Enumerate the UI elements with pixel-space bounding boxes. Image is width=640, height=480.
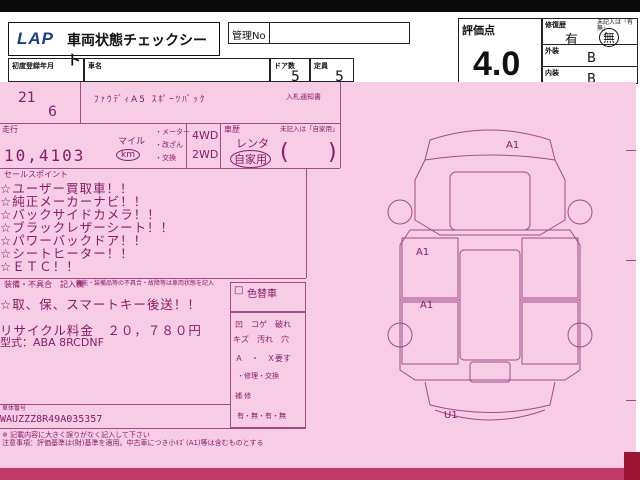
mileage-value: 10,4103	[4, 146, 86, 165]
rear-right-door	[521, 301, 579, 365]
hood-shape	[414, 159, 566, 236]
notes-sub-label: 機能・装備品等の不具合・故障等は車両状態を記入	[76, 280, 215, 287]
usage-rental: レンタ	[236, 137, 269, 150]
interior-label: 内装	[545, 69, 559, 77]
first-registration-cell: 初度登録年月	[8, 58, 84, 82]
roof-shape	[459, 249, 521, 361]
mileage-unit-km: km	[116, 149, 140, 161]
chassis-label: 車体番号	[2, 405, 27, 412]
mileage-unit-miles: マイル	[118, 137, 146, 147]
registration-month: 6	[48, 104, 57, 120]
damage-mark: A1	[506, 140, 520, 151]
exterior-grade: B	[587, 51, 596, 66]
divider	[80, 82, 81, 124]
legend-row-1: 凹 コゲ 破れ	[235, 320, 291, 329]
legend-row-3: Ａ ・ Ｘ要す	[235, 354, 291, 363]
legend-row-2: キズ 汚れ 穴	[233, 335, 289, 344]
divider	[0, 278, 306, 279]
capacity-label: 定員	[314, 62, 328, 70]
management-number-box: 管理No	[228, 22, 410, 44]
evaluation-value: 4.0	[473, 45, 521, 83]
registration-year: 21	[18, 90, 36, 106]
evaluation-score-box: 評価点 4.0	[458, 18, 542, 84]
bottom-bar	[0, 468, 640, 480]
legend-row-6: 有・無・有・無	[237, 412, 286, 420]
corner-block	[624, 452, 640, 480]
notes-line-3: 型式：ABA 8RCDNF	[0, 336, 104, 349]
mileage-label: 走行	[2, 125, 18, 134]
divider	[626, 400, 636, 401]
repair-history-label: 修復歴	[545, 21, 566, 29]
usage-unrecorded-note: 未記入は「自家用」	[280, 125, 339, 133]
divider	[0, 123, 340, 124]
car-diagram	[387, 129, 593, 421]
rear-left-door	[401, 301, 459, 365]
divider	[186, 124, 187, 168]
registration-row: 初度登録年月 車名 ドア数 5 定員 5	[8, 58, 354, 85]
first-registration-label: 初度登録年月	[12, 62, 54, 70]
chassis-number: WAUZZZ8R49A035357	[0, 414, 103, 425]
color-change-box: □ 色替車	[230, 282, 306, 312]
selling-points-list: ☆ユーザー買取車！！ ☆純正メーカーナビ！！ ☆バックサイドカメラ！！ ☆ブラッ…	[0, 182, 304, 273]
divider	[0, 404, 230, 405]
notes-label: 装備・不具合 記入欄	[4, 280, 84, 289]
doors-cell: ドア数 5	[270, 58, 310, 85]
repair-history-row: 修復歴 未記入は「有無」 有 無	[543, 19, 637, 48]
checkbox-icon: □	[234, 285, 244, 296]
capacity-cell: 定員 5	[310, 58, 354, 85]
damage-mark: U1	[444, 410, 458, 421]
logo-title-box: LAP 車両状態チェックシート	[8, 22, 220, 69]
selling-point-item: ☆ＥＴＣ！！	[0, 259, 80, 274]
auction-notice-label: 入札通知書	[286, 93, 321, 101]
trunk-shape	[424, 381, 556, 413]
footer-note-2: 注意事項：評価基準は(財)基準を適用。中古車につき小ｷｽﾞ(A1)等は含むものと…	[2, 439, 264, 447]
divider	[0, 168, 340, 169]
damage-mark: A1	[416, 247, 430, 258]
lap-logo: LAP	[17, 29, 54, 48]
divider	[269, 23, 270, 43]
front-right-wheel	[567, 199, 593, 225]
selling-points-label: セールスポイント	[4, 170, 68, 179]
legend-row-4: ・修理・交換	[237, 372, 279, 380]
rear-window-shape	[469, 361, 511, 383]
drive-2wd: 2WD	[192, 148, 219, 161]
front-bumper-shape	[424, 129, 556, 161]
condition-summary-panel: 修復歴 未記入は「有無」 有 無 外装 B 内装 B	[542, 18, 638, 87]
color-change-label: 色替車	[247, 289, 277, 300]
bracket-open: (	[280, 140, 289, 165]
divider	[626, 150, 636, 151]
drive-4wd: 4WD	[192, 129, 219, 142]
meter-note-2: ・改ざん	[155, 141, 183, 149]
front-left-wheel	[387, 199, 413, 225]
damage-mark: A1	[420, 300, 434, 311]
divider	[0, 428, 306, 429]
usage-label: 車歴	[224, 125, 240, 134]
model-name-label: 車名	[88, 62, 102, 70]
divider	[220, 124, 221, 168]
usage-private-circled: 自家用	[230, 150, 271, 168]
model-name-value: ﾌｧｳﾃﾞｨA5 ｽﾎﾟｰﾂﾊﾞｯｸ	[94, 95, 207, 105]
top-black-bar	[0, 0, 640, 12]
exterior-row: 外装 B	[543, 45, 637, 67]
management-number-label: 管理No	[232, 31, 266, 42]
front-left-door	[401, 237, 459, 299]
front-right-door	[521, 237, 579, 299]
notes-line-1: ☆取、保、スマートキー後送！！	[0, 297, 201, 312]
model-name-cell: 車名	[84, 58, 270, 82]
windshield-shape	[449, 171, 531, 231]
legend-row-5: 補 修	[235, 392, 252, 400]
divider	[340, 82, 341, 168]
exterior-label: 外装	[545, 47, 559, 55]
meter-note-3: ・交換	[155, 154, 176, 162]
divider	[626, 260, 636, 261]
bracket-close: )	[328, 140, 337, 165]
evaluation-label: 評価点	[462, 24, 495, 37]
divider	[306, 168, 307, 278]
defect-legend-box: 凹 コゲ 破れ キズ 汚れ 穴 Ａ ・ Ｘ要す ・修理・交換 補 修 有・無・有…	[230, 312, 306, 428]
meter-note-1: ・メーター	[155, 128, 190, 136]
